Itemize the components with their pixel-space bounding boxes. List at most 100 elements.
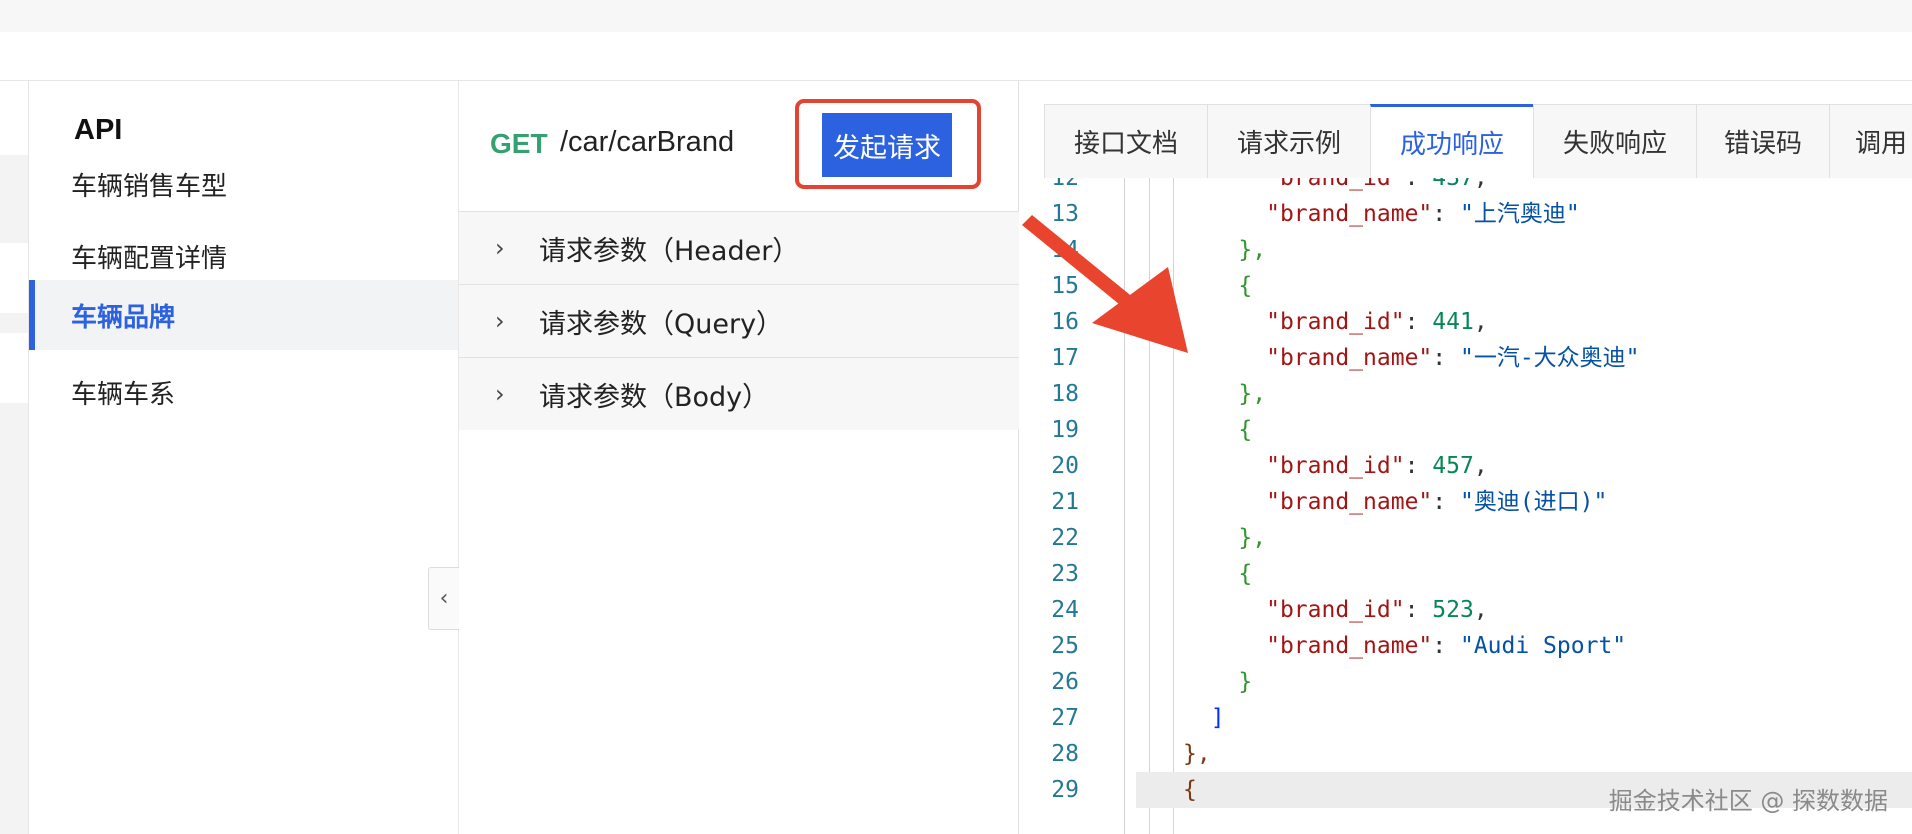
code-text: { bbox=[1183, 412, 1252, 448]
json-value: 523 bbox=[1432, 597, 1474, 623]
code-text: "brand_id": 441, bbox=[1183, 304, 1488, 340]
left-strip-block[interactable] bbox=[0, 243, 28, 313]
code-text: ] bbox=[1183, 700, 1225, 736]
code-text: }, bbox=[1183, 520, 1266, 556]
code-text: }, bbox=[1183, 736, 1211, 772]
json-bracket: }, bbox=[1183, 741, 1211, 767]
code-text: "brand_id": 457, bbox=[1183, 448, 1488, 484]
param-section-toggle[interactable]: › 请求参数（Query） bbox=[459, 284, 1019, 357]
json-key: "brand_name" bbox=[1266, 345, 1433, 371]
response-tab[interactable]: 失败响应 bbox=[1533, 104, 1697, 178]
param-section-label: 请求参数（Header） bbox=[539, 235, 800, 267]
code-line: 15 { bbox=[1020, 268, 1912, 304]
json-bracket: } bbox=[1238, 669, 1253, 695]
json-bracket: { bbox=[1238, 273, 1253, 299]
code-text: } bbox=[1183, 664, 1252, 700]
json-value: "上汽奥迪" bbox=[1459, 201, 1580, 227]
sidebar-item[interactable]: 车辆车系 bbox=[29, 357, 458, 427]
line-number: 27 bbox=[1051, 705, 1079, 731]
response-tab[interactable]: 错误码 bbox=[1696, 104, 1830, 178]
sidebar-item[interactable]: 车辆销售车型 bbox=[29, 149, 458, 219]
json-value: "一汽-大众奥迪" bbox=[1459, 345, 1640, 371]
response-tab[interactable]: 请求示例 bbox=[1207, 104, 1371, 178]
tab-label: 成功响应 bbox=[1399, 130, 1504, 160]
left-strip-block[interactable] bbox=[0, 333, 28, 403]
watermark: 掘金技术社区 @ 探数数据 bbox=[1608, 787, 1888, 815]
line-number: 12 bbox=[1051, 178, 1079, 191]
sidebar-item-label: 车辆销售车型 bbox=[71, 171, 228, 202]
code-text: { bbox=[1183, 268, 1252, 304]
line-number: 19 bbox=[1051, 417, 1079, 443]
endpoint-path: /car/carBrand bbox=[560, 126, 735, 158]
collapse-sidebar-button[interactable]: ‹ bbox=[428, 567, 459, 630]
json-key: "brand_name" bbox=[1266, 201, 1433, 227]
code-line: 18 }, bbox=[1020, 376, 1912, 412]
chevron-left-icon: ‹ bbox=[439, 586, 449, 611]
send-request-button[interactable]: 发起请求 bbox=[822, 113, 952, 177]
sidebar-item-label: 车辆车系 bbox=[71, 379, 176, 410]
sidebar-item-label: 车辆配置详情 bbox=[71, 243, 228, 274]
http-method: GET bbox=[490, 128, 548, 159]
code-line: 16 "brand_id": 441, bbox=[1020, 304, 1912, 340]
line-number: 21 bbox=[1051, 489, 1079, 515]
code-text: "brand_name": "奥迪(进口)" bbox=[1183, 484, 1607, 520]
line-number: 20 bbox=[1051, 453, 1079, 479]
param-section-label: 请求参数（Query） bbox=[539, 308, 784, 340]
line-number: 28 bbox=[1051, 741, 1079, 767]
code-line: 12 "brand_id": 437, bbox=[1020, 178, 1912, 196]
sidebar-title: API bbox=[74, 114, 123, 146]
param-section-label: 请求参数（Body） bbox=[539, 381, 770, 413]
line-number: 14 bbox=[1051, 237, 1079, 263]
json-value: 441 bbox=[1432, 309, 1474, 335]
param-section-toggle[interactable]: › 请求参数（Body） bbox=[459, 357, 1019, 430]
line-number: 15 bbox=[1051, 273, 1079, 299]
code-text: { bbox=[1183, 772, 1197, 808]
json-key: "brand_id" bbox=[1266, 309, 1405, 335]
json-trail: , bbox=[1473, 453, 1488, 479]
param-section-toggle[interactable]: › 请求参数（Header） bbox=[459, 211, 1019, 284]
response-code-viewer[interactable]: 12 "brand_id": 437, 13 "brand_name": "上汽奥… bbox=[1020, 178, 1912, 834]
sidebar-item[interactable]: 车辆品牌 bbox=[29, 280, 458, 350]
code-text: }, bbox=[1183, 232, 1266, 268]
code-line: 17 "brand_name": "一汽-大众奥迪" bbox=[1020, 340, 1912, 376]
code-text: "brand_id": 437, bbox=[1183, 178, 1488, 196]
code-line: 23 { bbox=[1020, 556, 1912, 592]
code-line: 27 ] bbox=[1020, 700, 1912, 736]
json-key: "brand_id" bbox=[1266, 178, 1405, 191]
api-sidebar: API 车辆销售车型 车辆配置详情车辆品牌车辆车系 bbox=[29, 81, 459, 834]
code-text: }, bbox=[1183, 376, 1266, 412]
tab-label: 失败响应 bbox=[1562, 129, 1667, 159]
line-number: 26 bbox=[1051, 669, 1079, 695]
code-line: 21 "brand_name": "奥迪(进口)" bbox=[1020, 484, 1912, 520]
json-key: "brand_name" bbox=[1266, 489, 1433, 515]
code-text: "brand_name": "一汽-大众奥迪" bbox=[1183, 340, 1640, 376]
line-number: 23 bbox=[1051, 561, 1079, 587]
code-line: 19 { bbox=[1020, 412, 1912, 448]
chevron-right-icon: › bbox=[495, 234, 505, 262]
response-tab[interactable]: 接口文档 bbox=[1044, 104, 1208, 178]
code-text: { bbox=[1183, 556, 1252, 592]
json-bracket: }, bbox=[1238, 525, 1267, 551]
json-bracket: { bbox=[1183, 777, 1197, 803]
line-number: 18 bbox=[1051, 381, 1079, 407]
json-trail: , bbox=[1473, 178, 1488, 191]
json-bracket: ] bbox=[1210, 705, 1225, 731]
response-tab[interactable]: 成功响应 bbox=[1370, 104, 1534, 178]
json-value: "Audi Sport" bbox=[1459, 633, 1627, 659]
left-strip-block[interactable] bbox=[0, 81, 28, 155]
code-line: 26 } bbox=[1020, 664, 1912, 700]
response-tab[interactable]: 调用 bbox=[1829, 104, 1912, 178]
line-number: 22 bbox=[1051, 525, 1079, 551]
json-key: "brand_name" bbox=[1266, 633, 1433, 659]
code-line: 14 }, bbox=[1020, 232, 1912, 268]
tab-label: 调用 bbox=[1855, 129, 1908, 159]
